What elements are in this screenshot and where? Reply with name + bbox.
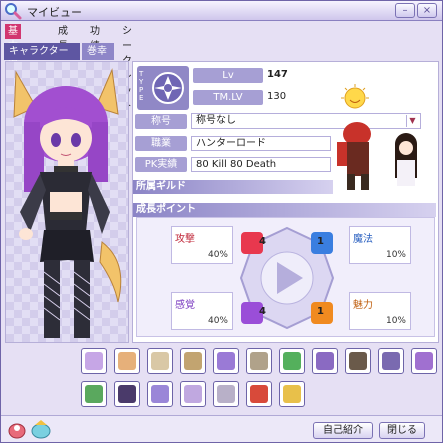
sense-label: 感覚 bbox=[175, 300, 195, 311]
sense-points-badge: 4 bbox=[259, 306, 266, 317]
title-dropdown-value: 称号なし bbox=[196, 115, 236, 126]
footer-bar: 自己紹介 閉じる bbox=[1, 415, 442, 442]
charm-points-badge: 1 bbox=[317, 306, 324, 317]
character-illustration bbox=[6, 62, 128, 342]
item-slot[interactable] bbox=[378, 348, 404, 374]
item-slot[interactable] bbox=[279, 348, 305, 374]
item-slot[interactable] bbox=[114, 381, 140, 407]
item-row-2 bbox=[81, 381, 441, 408]
item-slot[interactable] bbox=[180, 381, 206, 407]
magic-label: 魔法 bbox=[353, 234, 373, 245]
item-slot[interactable] bbox=[246, 348, 272, 374]
title-bar[interactable]: マイビュー – × bbox=[1, 1, 442, 21]
item-slot[interactable] bbox=[246, 381, 272, 407]
info-panel: TYPE Lv 147 TM.LV 130 称号 称号なし ▼ 職業 ハンターロ… bbox=[132, 61, 439, 343]
item-slot[interactable] bbox=[213, 348, 239, 374]
sense-value: 40% bbox=[207, 316, 228, 326]
attack-value: 40% bbox=[207, 250, 228, 260]
tab-growth[interactable]: 成長 bbox=[55, 24, 71, 52]
sense-stat: 感覚 40% bbox=[171, 292, 233, 330]
tab-second[interactable]: 巻幸 bbox=[82, 43, 114, 60]
lv-value: 147 bbox=[263, 68, 343, 83]
pk-label: PK実績 bbox=[135, 157, 187, 172]
magic-stat: 魔法 10% bbox=[349, 226, 411, 264]
pk-value: 80 Kill 80 Death bbox=[191, 157, 331, 172]
growth-panel: 攻撃 40% 魔法 10% 感覚 40% 魅力 10% 4 1 4 1 bbox=[136, 217, 435, 337]
item-slot[interactable] bbox=[180, 348, 206, 374]
myview-window: マイビュー – × 基本情報 成長 功績 シークレット キャラクター名 巻幸 bbox=[0, 0, 443, 443]
tab-basic-info[interactable]: 基本情報 bbox=[5, 24, 21, 82]
minimize-icon: – bbox=[402, 5, 408, 16]
tab-secret[interactable]: シークレット bbox=[119, 24, 135, 112]
item-slot[interactable] bbox=[81, 348, 107, 374]
magic-points-badge: 1 bbox=[317, 236, 324, 247]
item-row-1 bbox=[81, 348, 441, 375]
charm-stat: 魅力 10% bbox=[349, 292, 411, 330]
charm-value: 10% bbox=[385, 316, 406, 326]
title-label: 称号 bbox=[135, 114, 187, 129]
item-slot[interactable] bbox=[114, 348, 140, 374]
type-label: TYPE bbox=[139, 70, 144, 102]
type-emblem-icon bbox=[152, 72, 184, 104]
minimize-button[interactable]: – bbox=[395, 3, 415, 18]
growth-section-title: 成長ポイント bbox=[133, 203, 436, 217]
guild-label: 所属ギルド bbox=[133, 180, 333, 194]
attack-label: 攻撃 bbox=[175, 234, 195, 245]
lv-label: Lv bbox=[193, 68, 263, 83]
footer-decoration-icons bbox=[8, 420, 51, 439]
self-intro-button[interactable]: 自己紹介 bbox=[313, 422, 373, 439]
item-slot[interactable] bbox=[279, 381, 305, 407]
item-slot[interactable] bbox=[147, 381, 173, 407]
job-label: 職業 bbox=[135, 136, 187, 151]
item-slot[interactable] bbox=[81, 381, 107, 407]
tab-achievements[interactable]: 功績 bbox=[87, 24, 103, 52]
tab-character-name[interactable]: キャラクター名 bbox=[4, 43, 80, 74]
magnifier-icon bbox=[5, 3, 22, 20]
item-slot[interactable] bbox=[345, 348, 371, 374]
item-slot[interactable] bbox=[411, 348, 437, 374]
type-badge: TYPE bbox=[137, 66, 189, 110]
charm-label: 魅力 bbox=[353, 300, 373, 311]
character-portrait bbox=[5, 61, 129, 343]
item-slot[interactable] bbox=[147, 348, 173, 374]
close-icon: × bbox=[422, 5, 432, 16]
job-value: ハンターロード bbox=[191, 136, 331, 151]
item-slot[interactable] bbox=[213, 381, 239, 407]
magic-value: 10% bbox=[385, 250, 406, 260]
window-title: マイビュー bbox=[27, 6, 82, 19]
close-button[interactable]: 閉じる bbox=[379, 422, 425, 439]
avatar-sprites bbox=[337, 84, 417, 190]
tmlv-label: TM.LV bbox=[193, 90, 263, 105]
attack-points-badge: 4 bbox=[259, 236, 266, 247]
close-window-button[interactable]: × bbox=[417, 3, 437, 18]
item-slot[interactable] bbox=[312, 348, 338, 374]
attack-stat: 攻撃 40% bbox=[171, 226, 233, 264]
